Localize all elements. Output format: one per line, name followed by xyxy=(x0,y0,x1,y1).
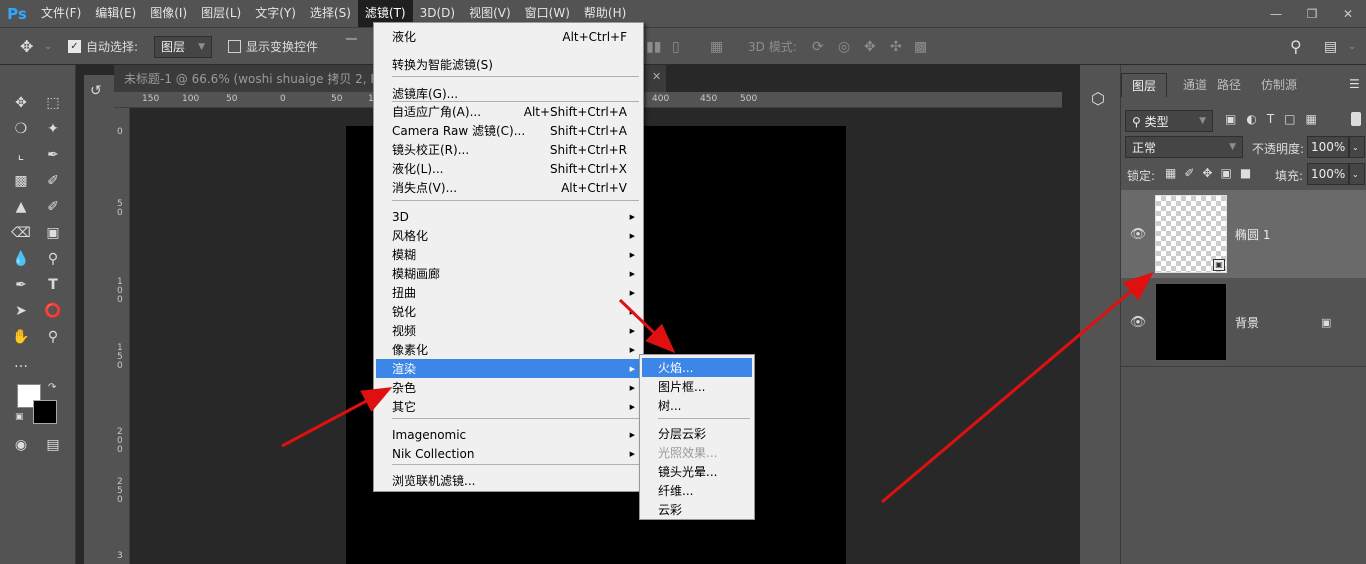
arrow-to-layer xyxy=(881,272,1154,504)
arrow-to-render xyxy=(281,387,393,448)
annotation-arrows xyxy=(281,272,1154,504)
arrow-to-flame xyxy=(618,298,676,354)
